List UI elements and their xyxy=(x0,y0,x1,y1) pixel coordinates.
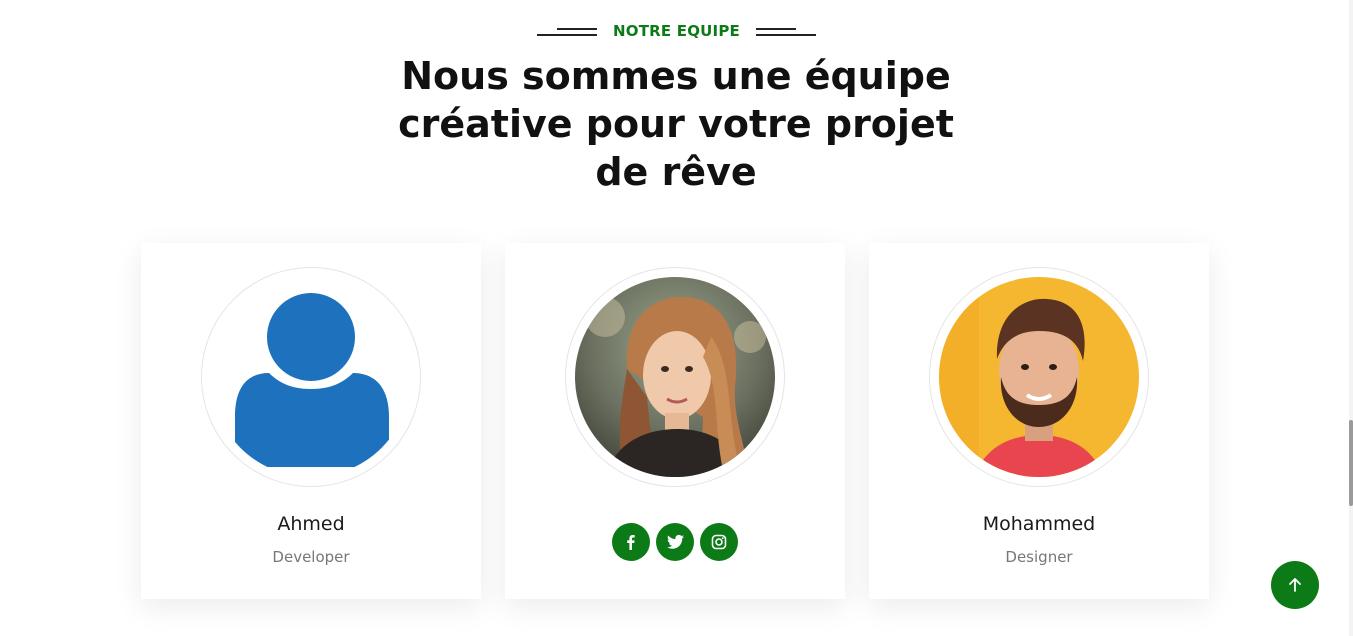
photo-woman xyxy=(575,277,775,477)
eyebrow-decoration-right xyxy=(755,25,816,37)
scrollbar-thumb[interactable] xyxy=(1349,420,1353,506)
team-card-mohammed: Mohammed Designer xyxy=(869,243,1209,599)
member-name: Ahmed xyxy=(277,513,345,535)
avatar xyxy=(565,267,785,487)
avatar xyxy=(201,267,421,487)
member-role: Developer xyxy=(272,548,350,566)
default-user-icon xyxy=(211,277,411,477)
twitter-button[interactable] xyxy=(656,523,694,561)
avatar xyxy=(929,267,1149,487)
team-card-ahmed: Ahmed Developer xyxy=(141,243,481,599)
team-card-2 xyxy=(505,243,845,599)
section-title: Nous sommes une équipe créative pour vot… xyxy=(398,54,954,194)
arrow-up-icon xyxy=(1289,578,1301,592)
eyebrow-label: NOTRE EQUIPE xyxy=(613,22,740,40)
member-role: Designer xyxy=(1005,548,1073,566)
social-links xyxy=(505,523,845,561)
page-scrollbar[interactable] xyxy=(1349,0,1353,636)
instagram-button[interactable] xyxy=(700,523,738,561)
instagram-icon xyxy=(711,534,727,550)
member-name: Mohammed xyxy=(982,513,1096,535)
facebook-icon xyxy=(627,535,635,550)
twitter-icon xyxy=(666,534,684,549)
section-eyebrow: NOTRE EQUIPE xyxy=(0,22,1353,40)
eyebrow-decoration-left xyxy=(537,25,598,37)
facebook-button[interactable] xyxy=(612,523,650,561)
back-to-top-button[interactable] xyxy=(1271,561,1319,609)
photo-man xyxy=(939,277,1139,477)
